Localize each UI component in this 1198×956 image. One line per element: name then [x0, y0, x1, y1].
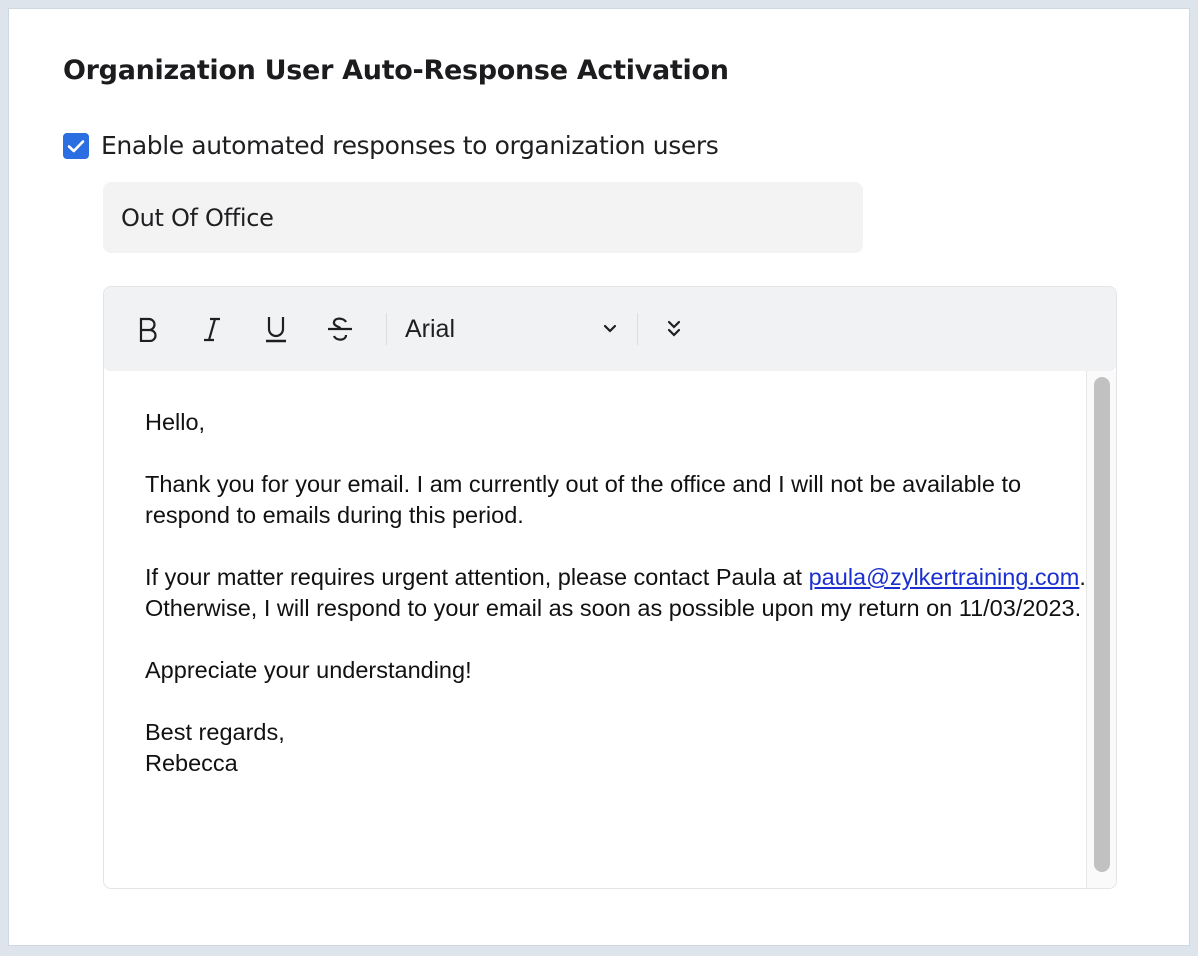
scrollbar-thumb[interactable] — [1094, 377, 1110, 872]
contact-email-link[interactable]: paula@zylkertraining.com — [809, 564, 1080, 590]
subject-input[interactable] — [103, 182, 863, 253]
signature-text: Rebecca — [145, 750, 238, 776]
font-family-select[interactable]: Arial — [387, 309, 637, 349]
underline-icon — [266, 317, 286, 343]
chevron-down-icon — [603, 324, 617, 333]
body-paragraph-2: If your matter requires urgent attention… — [145, 562, 1086, 624]
more-options-button[interactable] — [638, 309, 710, 349]
greeting-text: Hello, — [145, 409, 206, 435]
section-title: Organization User Auto-Response Activati… — [63, 55, 729, 86]
checkmark-icon — [67, 139, 85, 152]
rich-text-editor: Arial Hello, Thank you for your email. I… — [103, 286, 1117, 889]
bold-button[interactable] — [130, 309, 166, 349]
font-family-value: Arial — [405, 314, 456, 343]
enable-auto-response-checkbox[interactable] — [63, 132, 89, 159]
underline-button[interactable] — [258, 309, 294, 349]
body-paragraph-1: Thank you for your email. I am currently… — [145, 471, 1022, 528]
editor-scrollbar[interactable] — [1086, 371, 1116, 888]
message-body[interactable]: Hello, Thank you for your email. I am cu… — [104, 371, 1086, 888]
bold-icon — [139, 317, 157, 342]
italic-button[interactable] — [194, 309, 230, 349]
double-chevron-down-icon — [667, 320, 681, 337]
editor-toolbar: Arial — [104, 287, 1116, 371]
strikethrough-icon — [328, 317, 352, 341]
enable-auto-response-label: Enable automated responses to organizati… — [101, 131, 719, 160]
enable-auto-response-row[interactable]: Enable automated responses to organizati… — [63, 131, 719, 160]
italic-icon — [204, 317, 220, 342]
closing-text: Best regards, — [145, 719, 285, 745]
strikethrough-button[interactable] — [322, 309, 358, 349]
auto-response-panel: Organization User Auto-Response Activati… — [8, 8, 1190, 946]
body-paragraph-2-prefix: If your matter requires urgent attention… — [145, 564, 809, 590]
body-paragraph-3: Appreciate your understanding! — [145, 657, 472, 683]
